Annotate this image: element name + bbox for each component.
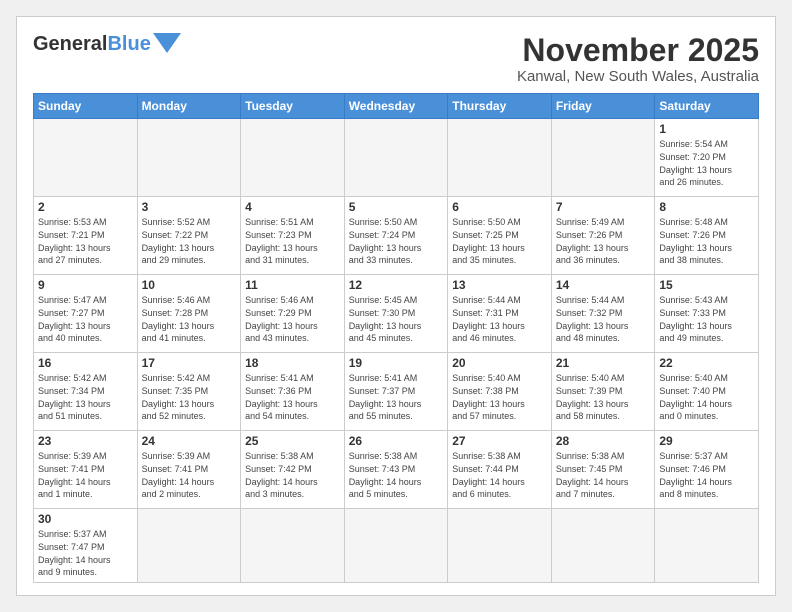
day-10: 10 Sunrise: 5:46 AMSunset: 7:28 PMDaylig… bbox=[137, 275, 241, 353]
day-empty bbox=[137, 119, 241, 197]
day-19: 19 Sunrise: 5:41 AMSunset: 7:37 PMDaylig… bbox=[344, 353, 448, 431]
day-empty bbox=[551, 509, 655, 582]
logo-blue-text: Blue bbox=[107, 33, 150, 56]
day-18: 18 Sunrise: 5:41 AMSunset: 7:36 PMDaylig… bbox=[241, 353, 345, 431]
day-4: 4 Sunrise: 5:51 AMSunset: 7:23 PMDayligh… bbox=[241, 197, 345, 275]
day-9: 9 Sunrise: 5:47 AMSunset: 7:27 PMDayligh… bbox=[34, 275, 138, 353]
day-7: 7 Sunrise: 5:49 AMSunset: 7:26 PMDayligh… bbox=[551, 197, 655, 275]
table-row: 2 Sunrise: 5:53 AMSunset: 7:21 PMDayligh… bbox=[34, 197, 759, 275]
day-empty bbox=[137, 509, 241, 582]
day-20: 20 Sunrise: 5:40 AMSunset: 7:38 PMDaylig… bbox=[448, 353, 552, 431]
header-section: General Blue November 2025 Kanwal, New S… bbox=[33, 33, 759, 85]
day-14: 14 Sunrise: 5:44 AMSunset: 7:32 PMDaylig… bbox=[551, 275, 655, 353]
logo-text: General bbox=[33, 33, 107, 56]
day-8: 8 Sunrise: 5:48 AMSunset: 7:26 PMDayligh… bbox=[655, 197, 759, 275]
table-row: 23 Sunrise: 5:39 AMSunset: 7:41 PMDaylig… bbox=[34, 431, 759, 509]
calendar-container: General Blue November 2025 Kanwal, New S… bbox=[16, 16, 776, 596]
day-27: 27 Sunrise: 5:38 AMSunset: 7:44 PMDaylig… bbox=[448, 431, 552, 509]
day-empty bbox=[448, 509, 552, 582]
day-empty bbox=[241, 509, 345, 582]
month-title: November 2025 bbox=[517, 33, 759, 68]
day-empty bbox=[34, 119, 138, 197]
day-empty bbox=[551, 119, 655, 197]
day-23: 23 Sunrise: 5:39 AMSunset: 7:41 PMDaylig… bbox=[34, 431, 138, 509]
day-25: 25 Sunrise: 5:38 AMSunset: 7:42 PMDaylig… bbox=[241, 431, 345, 509]
day-17: 17 Sunrise: 5:42 AMSunset: 7:35 PMDaylig… bbox=[137, 353, 241, 431]
logo-triangle-icon bbox=[153, 33, 181, 53]
logo-area: General Blue bbox=[33, 33, 181, 56]
weekday-header-row: Sunday Monday Tuesday Wednesday Thursday… bbox=[34, 94, 759, 119]
day-12: 12 Sunrise: 5:45 AMSunset: 7:30 PMDaylig… bbox=[344, 275, 448, 353]
day-22: 22 Sunrise: 5:40 AMSunset: 7:40 PMDaylig… bbox=[655, 353, 759, 431]
day-13: 13 Sunrise: 5:44 AMSunset: 7:31 PMDaylig… bbox=[448, 275, 552, 353]
header-monday: Monday bbox=[137, 94, 241, 119]
title-area: November 2025 Kanwal, New South Wales, A… bbox=[517, 33, 759, 85]
day-11: 11 Sunrise: 5:46 AMSunset: 7:29 PMDaylig… bbox=[241, 275, 345, 353]
day-empty bbox=[344, 119, 448, 197]
header-tuesday: Tuesday bbox=[241, 94, 345, 119]
header-sunday: Sunday bbox=[34, 94, 138, 119]
location-title: Kanwal, New South Wales, Australia bbox=[517, 68, 759, 85]
day-2: 2 Sunrise: 5:53 AMSunset: 7:21 PMDayligh… bbox=[34, 197, 138, 275]
day-16: 16 Sunrise: 5:42 AMSunset: 7:34 PMDaylig… bbox=[34, 353, 138, 431]
header-saturday: Saturday bbox=[655, 94, 759, 119]
header-thursday: Thursday bbox=[448, 94, 552, 119]
header-wednesday: Wednesday bbox=[344, 94, 448, 119]
table-row: 16 Sunrise: 5:42 AMSunset: 7:34 PMDaylig… bbox=[34, 353, 759, 431]
day-1: 1 Sunrise: 5:54 AMSunset: 7:20 PMDayligh… bbox=[655, 119, 759, 197]
day-empty bbox=[448, 119, 552, 197]
day-6: 6 Sunrise: 5:50 AMSunset: 7:25 PMDayligh… bbox=[448, 197, 552, 275]
day-24: 24 Sunrise: 5:39 AMSunset: 7:41 PMDaylig… bbox=[137, 431, 241, 509]
day-empty bbox=[241, 119, 345, 197]
day-21: 21 Sunrise: 5:40 AMSunset: 7:39 PMDaylig… bbox=[551, 353, 655, 431]
day-5: 5 Sunrise: 5:50 AMSunset: 7:24 PMDayligh… bbox=[344, 197, 448, 275]
day-30: 30 Sunrise: 5:37 AMSunset: 7:47 PMDaylig… bbox=[34, 509, 138, 582]
day-15: 15 Sunrise: 5:43 AMSunset: 7:33 PMDaylig… bbox=[655, 275, 759, 353]
header-friday: Friday bbox=[551, 94, 655, 119]
day-28: 28 Sunrise: 5:38 AMSunset: 7:45 PMDaylig… bbox=[551, 431, 655, 509]
day-empty bbox=[655, 509, 759, 582]
table-row: 30 Sunrise: 5:37 AMSunset: 7:47 PMDaylig… bbox=[34, 509, 759, 582]
calendar-table: Sunday Monday Tuesday Wednesday Thursday… bbox=[33, 93, 759, 582]
day-29: 29 Sunrise: 5:37 AMSunset: 7:46 PMDaylig… bbox=[655, 431, 759, 509]
table-row: 9 Sunrise: 5:47 AMSunset: 7:27 PMDayligh… bbox=[34, 275, 759, 353]
table-row: 1 Sunrise: 5:54 AMSunset: 7:20 PMDayligh… bbox=[34, 119, 759, 197]
day-empty bbox=[344, 509, 448, 582]
day-3: 3 Sunrise: 5:52 AMSunset: 7:22 PMDayligh… bbox=[137, 197, 241, 275]
day-26: 26 Sunrise: 5:38 AMSunset: 7:43 PMDaylig… bbox=[344, 431, 448, 509]
